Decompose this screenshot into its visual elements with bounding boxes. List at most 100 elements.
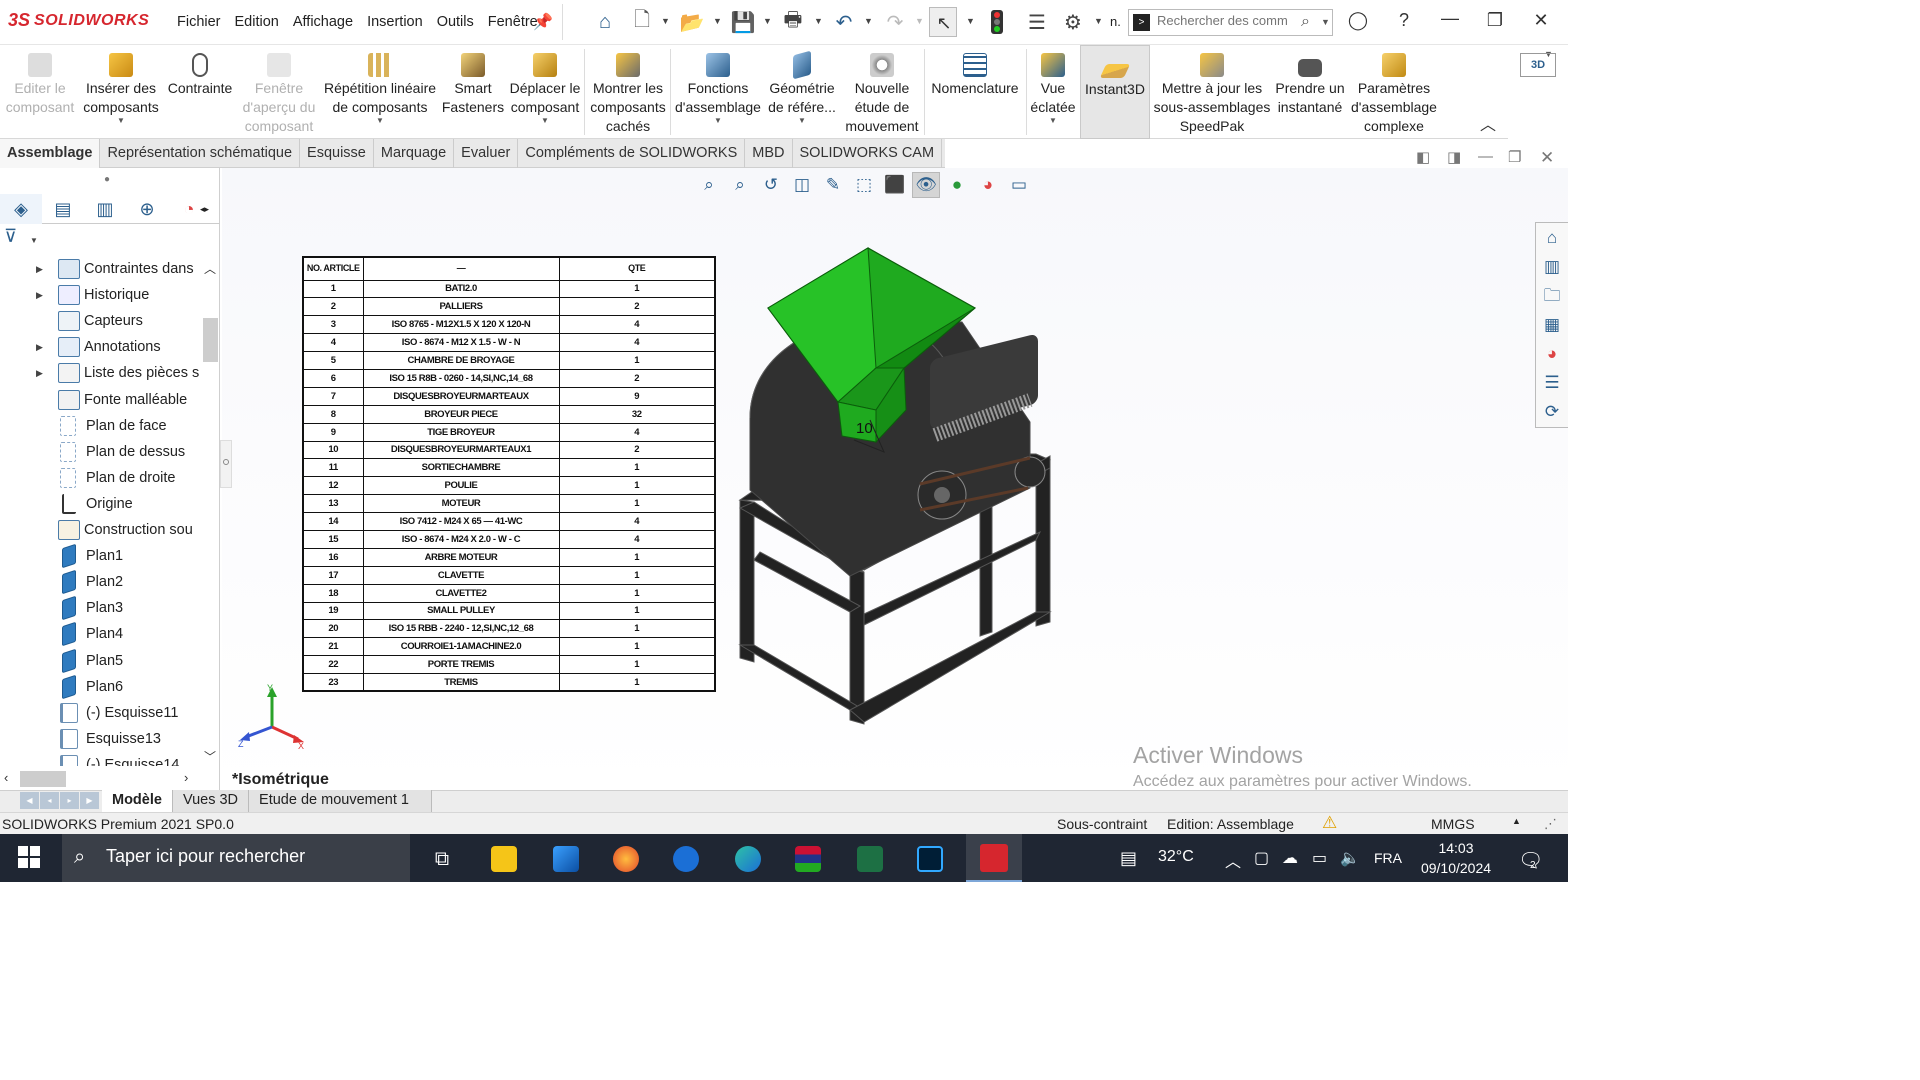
tab-complements[interactable]: Compléments de SOLIDWORKS <box>518 139 746 168</box>
solidworks-resources-icon[interactable]: ⌂ <box>1536 223 1568 252</box>
bom-header-part-name[interactable]: — <box>362 256 560 281</box>
volume-icon[interactable]: 🔈 <box>1340 848 1360 868</box>
prev-tab-icon[interactable]: ◂ <box>40 792 59 809</box>
photoshop-icon[interactable] <box>908 840 952 878</box>
dynamic-annotation-icon[interactable]: ✎ <box>819 172 847 198</box>
bluetooth-icon[interactable] <box>664 840 708 878</box>
tree-item[interactable]: (-) Esquisse14 <box>0 752 200 766</box>
restore-icon[interactable]: ❐ <box>1475 10 1515 31</box>
tree-item[interactable]: ▶ Historique <box>0 282 200 308</box>
task-view-icon[interactable]: ⧉ <box>420 840 464 878</box>
bom-row[interactable]: 11 SORTIECHAMBRE 1 <box>302 458 716 478</box>
tree-item[interactable]: Plan de dessus <box>0 439 200 465</box>
menu-outils[interactable]: Outils <box>430 14 481 30</box>
bom-row[interactable]: 19 SMALL PULLEY 1 <box>302 601 716 621</box>
command-search-input[interactable] <box>1157 13 1297 28</box>
chevron-down-icon[interactable]: ▼ <box>1028 117 1078 125</box>
menu-fichier[interactable]: Fichier <box>170 14 228 30</box>
search-icon[interactable]: ⌕ <box>1301 13 1310 31</box>
taskbar-search[interactable]: ⌕ <box>62 834 410 882</box>
section-view-icon[interactable]: ◫ <box>788 172 816 198</box>
units-caret-icon[interactable]: ▲ <box>1512 816 1521 826</box>
winrar-icon[interactable] <box>786 840 830 878</box>
doc-close-icon[interactable]: ✕ <box>1540 148 1554 168</box>
view-palette-icon[interactable]: ▦ <box>1536 310 1568 339</box>
expand-arrow-icon[interactable]: ▶ <box>36 368 48 379</box>
bom-header-qty[interactable]: QTE <box>558 256 716 281</box>
rebuild-traffic-light-icon[interactable] <box>991 10 1003 34</box>
windows-start-icon[interactable] <box>18 846 40 868</box>
bom-row[interactable]: 4 ISO - 8674 - M12 X 1.5 - W - N4 <box>302 333 716 353</box>
battery-icon[interactable]: ▭ <box>1312 848 1327 868</box>
tree-item[interactable]: Esquisse13 <box>0 726 200 752</box>
file-explorer-taskbar-icon[interactable] <box>482 840 526 878</box>
bom-row[interactable]: 2 PALLIERS 2 <box>302 297 716 317</box>
onedrive-cloud-icon[interactable]: ☁ <box>1282 848 1298 868</box>
print-icon[interactable]: 🖶 <box>778 8 808 36</box>
tree-item[interactable]: Capteurs <box>0 308 200 334</box>
bill-of-materials-table[interactable]: NO. ARTICLE — QTE 1 BATI2.0 1 2 PALLIERS 2 3 IS… <box>302 256 716 693</box>
chevron-down-icon[interactable]: ▼ <box>764 117 840 125</box>
custom-properties-icon[interactable]: ☰ <box>1536 368 1568 397</box>
reference-geometry-button[interactable]: Géométrie de référe... ▼ <box>764 45 840 139</box>
tree-scroll-up-icon[interactable]: ︿ <box>204 260 216 277</box>
feature-manager-tab-icon[interactable]: ◈ <box>0 194 42 224</box>
edge-icon[interactable] <box>726 840 770 878</box>
bill-of-materials-button[interactable]: Nomenclature <box>926 45 1024 139</box>
print-caret-icon[interactable]: ▼ <box>814 16 823 26</box>
tree-item[interactable]: Plan2 <box>0 569 200 595</box>
tab-etude-mouvement[interactable]: Etude de mouvement 1 <box>249 790 432 812</box>
tree-item[interactable]: Plan5 <box>0 648 200 674</box>
new-motion-study-button[interactable]: Nouvelle étude de mouvement <box>842 45 922 139</box>
bom-row[interactable]: 1 BATI2.0 1 <box>302 279 716 299</box>
tree-item[interactable]: (-) Esquisse11 <box>0 700 200 726</box>
preview-window-button[interactable]: Fenêtre d'aperçu du composant <box>238 45 320 139</box>
update-speedpak-button[interactable]: Mettre à jour les sous-assemblages Speed… <box>1152 45 1272 139</box>
search-scope-label[interactable]: n. <box>1110 14 1121 29</box>
bom-row[interactable]: 17 CLAVETTE 1 <box>302 565 716 585</box>
bom-row[interactable]: 9 TIGE BROYEUR 4 <box>302 422 716 442</box>
weather-temperature[interactable]: 32°C <box>1158 848 1194 866</box>
command-search-box[interactable]: > ⌕ ▼ <box>1128 9 1333 36</box>
dimxpert-manager-tab-icon[interactable]: ⊕ <box>126 194 168 224</box>
bom-row[interactable]: 23 TREMIS 1 <box>302 673 716 692</box>
panel-splitter-handle[interactable]: ● <box>104 174 110 185</box>
tree-item[interactable]: ▶ Contraintes dans <box>0 256 200 282</box>
take-snapshot-button[interactable]: Prendre un instantané <box>1274 45 1346 139</box>
tab-mbd[interactable]: MBD <box>745 139 793 168</box>
open-caret-icon[interactable]: ▼ <box>713 16 722 26</box>
move-component-button[interactable]: Déplacer le composant ▼ <box>508 45 582 139</box>
tree-filter-icon[interactable]: ⊽ <box>4 226 17 247</box>
zoom-to-area-icon[interactable]: ⌕ <box>726 172 754 198</box>
chevron-down-icon[interactable]: ▼ <box>80 117 162 125</box>
instant3d-button[interactable]: Instant3D <box>1080 45 1150 139</box>
mate-button[interactable]: Contrainte <box>164 45 236 139</box>
large-assembly-settings-button[interactable]: Paramètres d'assemblage complexe <box>1348 45 1440 139</box>
edit-component-button[interactable]: Editer le composant <box>2 45 78 139</box>
hscroll-left-icon[interactable]: ‹ <box>4 770 8 785</box>
search-caret-icon[interactable]: ▼ <box>1321 17 1330 27</box>
undo-icon[interactable]: ↶ <box>829 8 859 36</box>
solidworks-taskbar-button[interactable] <box>966 834 1022 882</box>
bom-header-item-no[interactable]: NO. ARTICLE <box>302 256 364 281</box>
tree-item[interactable]: Plan3 <box>0 595 200 621</box>
options-gear-icon[interactable]: ⚙ <box>1058 8 1088 36</box>
definition-state[interactable]: Sous-contraint <box>1057 816 1147 832</box>
chevron-down-icon[interactable]: ▼ <box>674 117 762 125</box>
bom-row[interactable]: 14 ISO 7412 - M24 X 65 — 41-WC 4 <box>302 512 716 531</box>
tab-marquage[interactable]: Marquage <box>374 139 455 168</box>
bom-row[interactable]: 21 COURROIE1-1AMACHINE2.0 1 <box>302 637 716 657</box>
new-document-icon[interactable]: 🗋 <box>627 8 657 36</box>
bom-row[interactable]: 6 ISO 15 R8B - 0260 - 14,SI,NC,14_68 2 <box>302 368 716 388</box>
tab-evaluer[interactable]: Evaluer <box>454 139 519 168</box>
property-manager-tab-icon[interactable]: ▤ <box>42 194 84 224</box>
bom-row[interactable]: 3 ISO 8765 - M12X1.5 X 120 X 120-N 4 <box>302 315 716 335</box>
tree-item[interactable]: Plan4 <box>0 621 200 647</box>
chevron-down-icon[interactable]: ▼ <box>322 117 438 125</box>
hide-show-items-icon[interactable]: 👁 <box>912 172 940 198</box>
previous-view-icon[interactable]: ↺ <box>757 172 785 198</box>
display-style-icon[interactable]: ⬛ <box>881 172 909 198</box>
hscroll-right-icon[interactable]: › <box>184 770 188 785</box>
firefox-icon[interactable] <box>604 840 648 878</box>
filter-caret-icon[interactable]: ▼ <box>30 236 38 245</box>
